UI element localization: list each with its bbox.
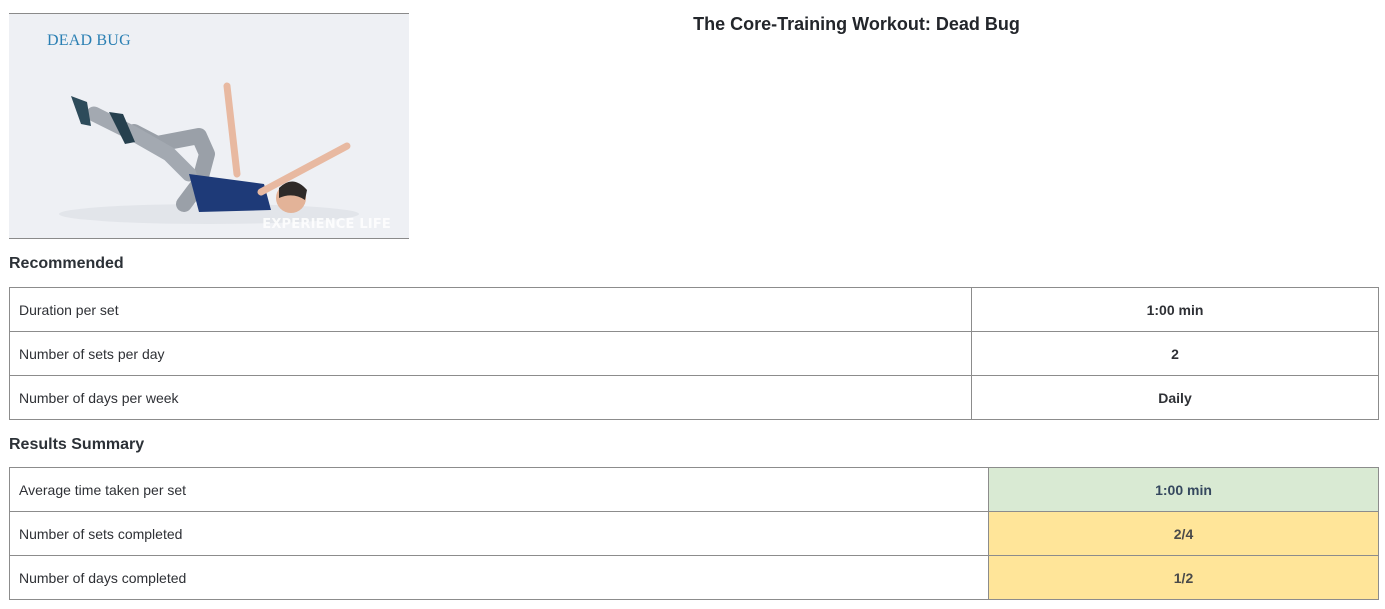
row-value: Daily — [971, 375, 1379, 420]
page-title: The Core-Training Workout: Dead Bug — [693, 14, 1020, 34]
table-row: Duration per set 1:00 min — [9, 287, 1379, 332]
row-value: 2 — [971, 331, 1379, 376]
table-row: Average time taken per set 1:00 min — [9, 467, 1379, 512]
status-value-cell: 1/2 — [988, 555, 1379, 600]
exercise-image-caption: DEAD BUG — [47, 32, 131, 49]
table-row: Number of sets completed 2/4 — [9, 511, 1379, 556]
results-summary-heading: Results Summary — [9, 436, 145, 453]
table-row: Number of days per week Daily — [9, 375, 1379, 420]
row-label: Number of sets per day — [9, 331, 972, 376]
row-label: Average time taken per set — [9, 467, 989, 512]
row-label: Number of days per week — [9, 375, 972, 420]
recommended-heading: Recommended — [9, 255, 124, 272]
row-label: Number of days completed — [9, 555, 989, 600]
recommended-table: Duration per set 1:00 min Number of sets… — [9, 287, 1379, 420]
row-label: Number of sets completed — [9, 511, 989, 556]
status-value-cell: 1:00 min — [988, 467, 1379, 512]
row-label: Duration per set — [9, 287, 972, 332]
table-row: Number of sets per day 2 — [9, 331, 1379, 376]
table-row: Number of days completed 1/2 — [9, 555, 1379, 600]
results-summary-table: Average time taken per set 1:00 min Numb… — [9, 467, 1379, 600]
image-watermark: EXPERIENCE LIFE — [262, 217, 391, 232]
exercise-image: DEAD BUG EXPERIENCE LIFE — [9, 13, 409, 239]
status-value-cell: 2/4 — [988, 511, 1379, 556]
row-value: 1:00 min — [971, 287, 1379, 332]
